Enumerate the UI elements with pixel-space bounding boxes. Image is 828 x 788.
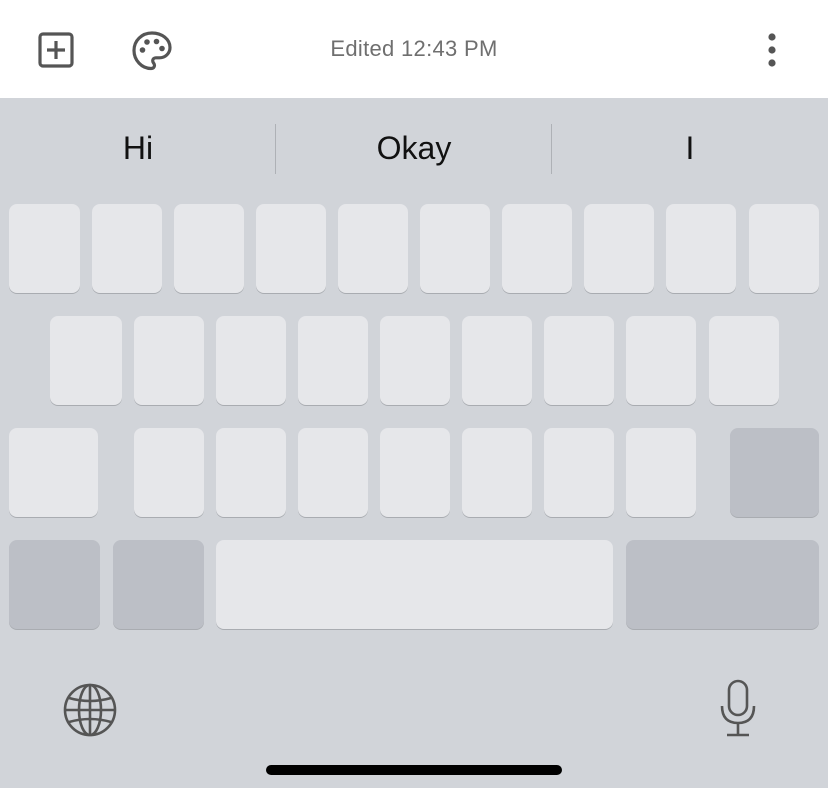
editor-toolbar: Edited 12:43 PM (0, 0, 828, 98)
key[interactable] (298, 428, 368, 517)
key[interactable] (380, 316, 450, 405)
key[interactable] (298, 316, 368, 405)
suggestion-1[interactable]: Hi (0, 98, 276, 198)
key[interactable] (462, 316, 532, 405)
key[interactable] (9, 204, 80, 293)
space-key[interactable] (216, 540, 613, 629)
key[interactable] (544, 316, 614, 405)
key[interactable] (749, 204, 819, 293)
key[interactable] (626, 428, 696, 517)
key[interactable] (544, 428, 614, 517)
numbers-key[interactable] (9, 540, 100, 629)
key[interactable] (338, 204, 408, 293)
key[interactable] (256, 204, 326, 293)
return-key[interactable] (626, 540, 819, 629)
key[interactable] (420, 204, 490, 293)
suggestion-bar: Hi Okay I (0, 98, 828, 198)
key[interactable] (380, 428, 450, 517)
home-indicator (266, 765, 562, 775)
globe-icon[interactable] (60, 680, 120, 740)
emoji-key[interactable] (113, 540, 204, 629)
key[interactable] (134, 428, 204, 517)
key[interactable] (92, 204, 162, 293)
suggestion-3[interactable]: I (552, 98, 828, 198)
more-options-icon[interactable] (752, 28, 792, 72)
key[interactable] (134, 316, 204, 405)
key[interactable] (174, 204, 244, 293)
key[interactable] (216, 316, 286, 405)
key[interactable] (216, 428, 286, 517)
backspace-key[interactable] (730, 428, 819, 517)
shift-key[interactable] (9, 428, 98, 517)
suggestion-2[interactable]: Okay (276, 98, 552, 198)
edited-timestamp: Edited 12:43 PM (330, 36, 498, 61)
key[interactable] (626, 316, 696, 405)
key[interactable] (462, 428, 532, 517)
key[interactable] (584, 204, 654, 293)
key[interactable] (50, 316, 122, 405)
key[interactable] (666, 204, 736, 293)
microphone-icon[interactable] (710, 678, 766, 740)
key[interactable] (502, 204, 572, 293)
key[interactable] (709, 316, 779, 405)
